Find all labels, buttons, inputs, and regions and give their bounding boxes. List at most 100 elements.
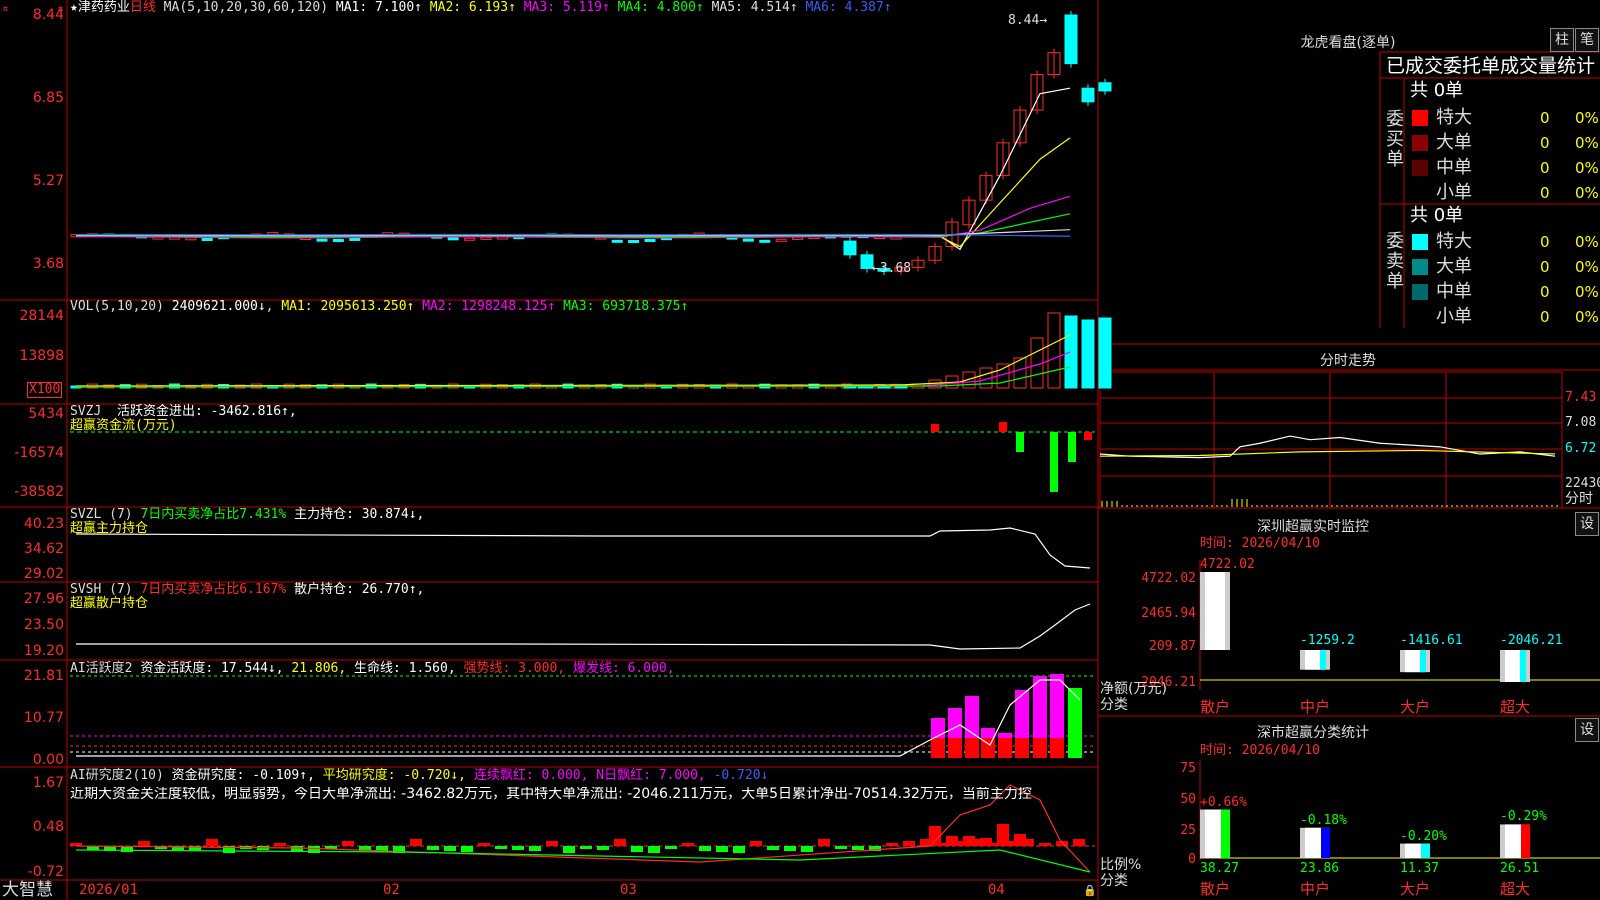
order-percent: 0%	[1575, 134, 1599, 152]
monitor-settings-button[interactable]: 设	[1575, 512, 1599, 536]
ai1-bar	[948, 738, 962, 758]
ai1-bar	[965, 738, 979, 758]
classify-change: -0.18%	[1300, 812, 1347, 828]
lock-icon[interactable]: 🔒	[1083, 884, 1097, 898]
svzj-y-tick: -16574	[14, 445, 64, 461]
monitor-bar-value: 4722.02	[1200, 557, 1255, 572]
monitor-unit: 净额(万元)	[1100, 681, 1167, 697]
classify-time: 时间: 2026/04/10	[1200, 743, 1320, 758]
svzl-sub: 超赢主力持仓	[70, 521, 149, 536]
vol-ma2	[75, 351, 1071, 388]
ai2-bar	[682, 843, 694, 846]
ai2-bar	[963, 836, 975, 846]
ai2-bar	[801, 846, 813, 852]
ai1-y-tick: 10.77	[23, 710, 64, 726]
ma-value: MA5: 4.514↑	[711, 0, 806, 15]
vol-ma-value: MA3: 693718.375↑	[563, 299, 689, 314]
x-axis-label: 2026/01	[79, 882, 139, 898]
candle	[201, 237, 213, 241]
vol-unit-badge[interactable]: X100	[27, 382, 63, 398]
lhb-tabs[interactable]: 已成交委托单成交量统计	[1386, 55, 1598, 77]
svsh-y-tick: 27.96	[23, 591, 64, 607]
ai2-bar	[614, 839, 626, 846]
ai2-comment: 近期大资金关注度较低，明显弱势，今日大单净流出: -3462.82万元，其中特大…	[70, 787, 1032, 801]
main-y-tick: 8.44	[32, 7, 64, 23]
sell-orders-label: 委卖单	[1386, 231, 1404, 292]
ai2-bar	[206, 839, 218, 846]
classify-unit: 比例%	[1100, 857, 1142, 873]
sell-total: 共 0单	[1410, 205, 1464, 226]
buy-total: 共 0单	[1410, 80, 1464, 101]
tick-mode-button[interactable]: 笔	[1575, 28, 1599, 52]
order-category: 中单	[1436, 281, 1472, 302]
x-axis-label: 02	[383, 882, 400, 898]
ai2-y-tick: -0.72	[27, 864, 64, 880]
svsh-y-tick: 23.50	[23, 617, 64, 633]
classify-unit2: 分类	[1100, 873, 1128, 889]
candle	[611, 239, 623, 243]
ai2-bar	[342, 841, 354, 846]
candle	[1064, 14, 1078, 65]
order-color-swatch	[1412, 259, 1428, 275]
classify-category: 中户	[1300, 880, 1331, 898]
svsh-header: SVSH (7) 7日内买卖净占比6.167% 散户持仓: 26.770↑,	[70, 582, 425, 597]
ai2-bar	[733, 846, 745, 853]
classify-y-tick: 25	[1180, 823, 1196, 838]
vol-ma-values: MA1: 2095613.250↑ MA2: 1298248.125↑ MA3:…	[281, 299, 688, 314]
column-mode-button[interactable]: 柱	[1550, 28, 1574, 52]
ai2-header: AI研究度2(10) 资金研究度: -0.109↑, 平均研究度: -0.720…	[70, 768, 769, 783]
ai2-bar	[274, 843, 286, 846]
stock-name[interactable]: ★津药药业	[70, 0, 130, 15]
ai1-bar	[948, 708, 962, 738]
order-category: 大单	[1436, 132, 1472, 153]
svzl-line	[75, 527, 1091, 569]
high-mark: 8.44→	[1008, 13, 1048, 28]
ai2-y-tick: 0.48	[32, 819, 64, 835]
ai2-bar	[784, 846, 796, 851]
ai2-y-tick: 1.67	[32, 775, 64, 791]
ma-value: MA6: 4.387↑	[805, 0, 892, 15]
monitor-title: 深圳超赢实时监控	[1257, 519, 1369, 535]
order-count: 0	[1540, 233, 1550, 251]
ma3-line	[75, 195, 1071, 239]
monitor-unit2: 分类	[1100, 697, 1128, 713]
monitor-bar-edge	[1420, 650, 1426, 673]
ai2-bar	[997, 824, 1009, 846]
ai1-header: AI活跃度2 资金活跃度: 17.544↓, 21.806, 生命线: 1.56…	[70, 661, 675, 676]
candle	[447, 237, 459, 241]
order-percent: 0%	[1575, 159, 1599, 177]
kline-chart-canvas[interactable]	[0, 0, 1600, 900]
vol-ma1	[75, 334, 1071, 387]
candle	[628, 240, 640, 244]
candle	[742, 238, 754, 242]
ai1-bar	[1015, 738, 1029, 758]
monitor-category: 超大	[1500, 698, 1531, 716]
ma-value: MA1: 7.100↑	[335, 0, 430, 15]
ai2-bar	[699, 846, 711, 851]
brand-label: 大智慧	[2, 880, 53, 900]
ma1-line	[75, 87, 1071, 251]
classify-settings-button[interactable]: 设	[1575, 718, 1599, 742]
order-count: 0	[1540, 258, 1550, 276]
ma4-line	[75, 213, 1071, 238]
ai1-bar	[998, 733, 1012, 738]
ma-params: MA(5,10,20,30,60,120)	[163, 0, 329, 15]
ai1-bar	[931, 718, 945, 738]
period-label[interactable]: 日线	[130, 0, 156, 15]
fenshi-unit: 分时	[1565, 491, 1593, 507]
ai2-bar	[665, 846, 677, 849]
svzl-y-tick: 40.23	[23, 516, 64, 532]
order-color-swatch	[1412, 160, 1428, 176]
candle	[185, 237, 197, 241]
candle	[644, 238, 656, 242]
ai2-bar	[580, 846, 592, 849]
svzj-bar	[931, 424, 939, 432]
classify-bar-edge	[1521, 824, 1530, 858]
ma2-line	[75, 137, 1071, 248]
classify-bar-edge	[1221, 809, 1230, 858]
svzj-bar	[999, 422, 1007, 432]
ai2-bar	[563, 846, 575, 853]
order-percent: 0%	[1575, 308, 1599, 326]
candle	[1098, 82, 1112, 92]
ma-values: MA1: 7.100↑ MA2: 6.193↑ MA3: 5.119↑ MA4:…	[336, 0, 892, 15]
